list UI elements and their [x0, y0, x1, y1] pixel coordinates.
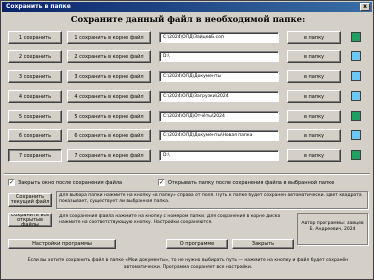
save-root-button[interactable]: 2 сохранить в корне файл [67, 50, 151, 63]
bottom-note: Если вы хотите сохранить файл в папке «М… [27, 258, 349, 270]
folder-status-indicator [351, 150, 361, 160]
folder-status-indicator [351, 111, 361, 121]
close-icon[interactable]: x [360, 3, 370, 11]
choose-folder-button[interactable]: в папку [287, 129, 341, 142]
save-all-button[interactable]: Сохранить все открытые файлы [8, 213, 52, 227]
page-heading: Сохраните данный файл в необходимой папк… [70, 15, 306, 25]
save-root-button[interactable]: 7 сохранить в корне файл [67, 149, 151, 162]
folder-path-field[interactable]: С:\2024\ОЛД\Документы [159, 71, 279, 82]
save-root-button[interactable]: 4 сохранить в корне файл [67, 90, 151, 103]
save-button[interactable]: 2 сохранить [8, 50, 62, 63]
save-to-folder-window: Сохранить в папке x Сохраните данный фай… [0, 0, 374, 280]
settings-button[interactable]: Настройки программы [8, 239, 116, 249]
save-button[interactable]: 3 сохранить [8, 70, 62, 83]
info-text-1: Для выбора папки нажмите на кнопку «в па… [59, 193, 362, 204]
choose-folder-button[interactable]: в папку [287, 50, 341, 63]
folder-path-field[interactable]: С:\2024\ОЛД\ЗайцевБ.соп [159, 32, 279, 43]
save-root-button[interactable]: 6 сохранить в корне файл [67, 129, 151, 142]
checkbox-box: ✓ [158, 179, 165, 186]
save-button[interactable]: 7 сохранить [8, 149, 62, 162]
window-title: Сохранить в папке [6, 3, 71, 10]
close-button[interactable]: Закрыть [232, 239, 294, 249]
folder-status-indicator [351, 32, 361, 42]
folder-status-indicator [351, 91, 361, 101]
folder-status-indicator [351, 71, 361, 81]
save-button[interactable]: 5 сохранить [8, 110, 62, 123]
save-button[interactable]: 6 сохранить [8, 129, 62, 142]
save-current-button[interactable]: Сохранить текущий файл [8, 193, 52, 207]
info-text-2: Для сохранения файла нажмите на кнопку с… [59, 214, 281, 225]
title-bar: Сохранить в папке x [2, 2, 372, 12]
open-folder-checkbox[interactable]: ✓ Открывать папку после сохранения файла… [158, 179, 334, 186]
folder-status-indicator [351, 130, 361, 140]
close-after-save-checkbox[interactable]: ✓ Закрыть окно после сохранения файла [8, 179, 122, 186]
save-root-button[interactable]: 3 сохранить в корне файл [67, 70, 151, 83]
save-root-button[interactable]: 1 сохранить в корне файл [67, 31, 151, 44]
choose-folder-button[interactable]: в папку [287, 110, 341, 123]
folder-path-field[interactable]: С:\2024\ОЛД\Загрузки\2024 [159, 91, 279, 102]
author-info: Автор программы: Зайцев Б. Андреевич, 20… [301, 221, 364, 232]
folder-path-field[interactable]: D:\ [159, 150, 279, 161]
save-button[interactable]: 4 сохранить [8, 90, 62, 103]
choose-folder-button[interactable]: в папку [287, 90, 341, 103]
folder-path-field[interactable]: D:\ [159, 51, 279, 62]
choose-folder-button[interactable]: в папку [287, 149, 341, 162]
open-folder-label: Открывать папку после сохранения файла в… [168, 179, 335, 186]
choose-folder-button[interactable]: в папку [287, 31, 341, 44]
separator [4, 173, 370, 175]
about-button[interactable]: О программе [166, 239, 228, 249]
checkbox-box: ✓ [8, 179, 15, 186]
folder-path-field[interactable]: С:\2024\ОЛД\Отчёты\2024 [159, 111, 279, 122]
choose-folder-button[interactable]: в папку [287, 70, 341, 83]
save-button[interactable]: 1 сохранить [8, 31, 62, 44]
save-root-button[interactable]: 5 сохранить в корне файл [67, 110, 151, 123]
folder-path-field[interactable]: С:\2024\ОЛД\Документы\Новая папка [159, 130, 279, 141]
close-after-save-label: Закрыть окно после сохранения файла [18, 179, 123, 186]
folder-status-indicator [351, 51, 361, 61]
